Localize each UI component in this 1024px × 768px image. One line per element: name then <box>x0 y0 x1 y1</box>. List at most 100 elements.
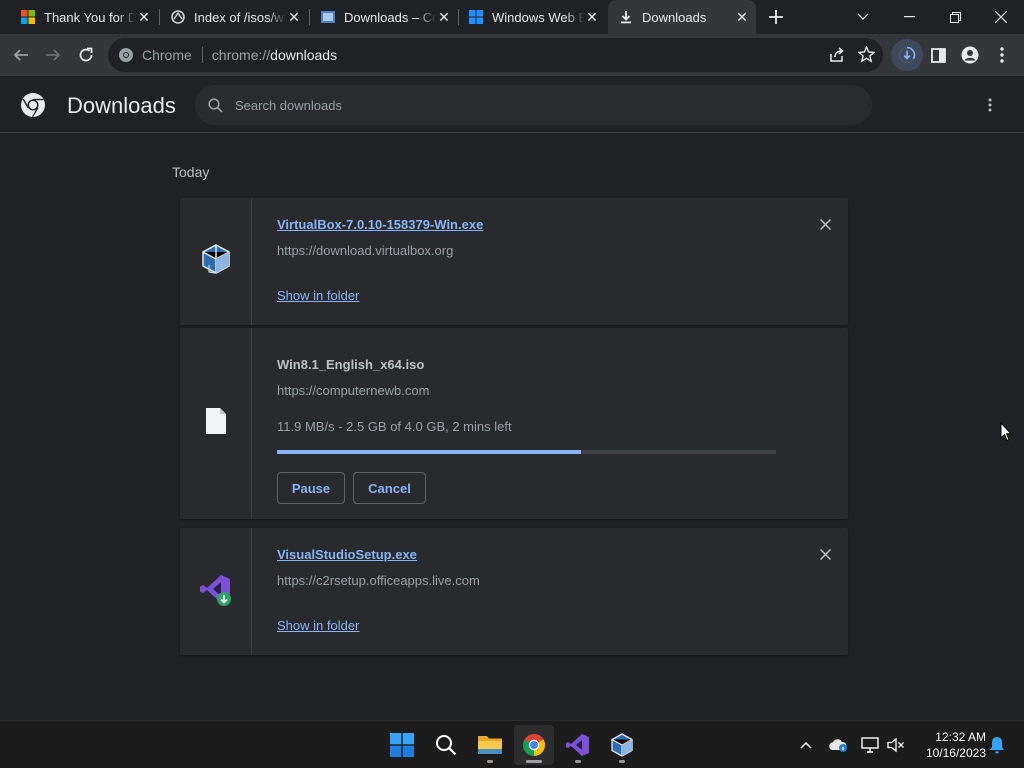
share-icon[interactable] <box>829 47 845 66</box>
taskbar-search-button[interactable] <box>426 725 466 765</box>
chevron-down-icon <box>857 13 869 20</box>
pause-button[interactable]: Pause <box>277 472 345 504</box>
close-icon[interactable]: ✕ <box>584 9 600 25</box>
omnibox-chip: Chrome <box>142 47 192 63</box>
forward-button[interactable] <box>37 39 69 71</box>
system-clock[interactable]: 12:32 AM 10/16/2023 <box>914 729 986 761</box>
search-downloads-box[interactable] <box>195 85 872 125</box>
date-heading: Today <box>172 164 210 180</box>
bookmark-star-icon[interactable] <box>857 45 876 66</box>
running-indicator <box>619 760 625 763</box>
tab-downloads[interactable]: Downloads ✕ <box>608 0 756 34</box>
volume-status[interactable] <box>884 733 908 757</box>
download-progress-bar <box>277 450 776 454</box>
new-tab-button[interactable] <box>764 5 788 29</box>
remove-download-button[interactable] <box>816 215 834 233</box>
file-explorer-app[interactable] <box>470 725 510 765</box>
chrome-menu-button[interactable] <box>986 39 1018 71</box>
file-name-link[interactable]: VisualStudioSetup.exe <box>277 547 417 562</box>
running-indicator <box>487 760 493 763</box>
close-window-button[interactable] <box>978 0 1024 34</box>
minimize-button[interactable] <box>886 0 932 34</box>
speaker-muted-icon <box>887 737 904 753</box>
chrome-app[interactable] <box>514 725 554 765</box>
file-name: Win8.1_English_x64.iso <box>277 357 425 372</box>
onedrive-status[interactable] <box>826 733 850 757</box>
chrome-icon <box>523 734 545 756</box>
cancel-button[interactable]: Cancel <box>353 472 426 504</box>
download-progress-fill <box>277 450 582 454</box>
network-status[interactable] <box>858 733 882 757</box>
download-item: VirtualBox-7.0.10-158379-Win.exe https:/… <box>180 198 848 325</box>
file-source[interactable]: https://computernewb.com <box>277 383 429 398</box>
tab-title: Downloads <box>642 9 707 25</box>
url-host: downloads <box>270 47 338 63</box>
profile-button[interactable] <box>954 39 986 71</box>
downloads-toolbar-button[interactable] <box>891 39 923 71</box>
chevron-up-icon <box>800 741 812 749</box>
search-icon <box>436 735 457 756</box>
side-panel-button[interactable] <box>922 39 954 71</box>
show-in-folder-link[interactable]: Show in folder <box>277 618 359 633</box>
reload-icon <box>79 47 93 62</box>
close-icon[interactable]: ✕ <box>286 9 302 25</box>
running-indicator <box>526 760 542 763</box>
bell-icon <box>990 737 1004 754</box>
show-hidden-icons-button[interactable] <box>794 733 818 757</box>
chrome-icon <box>118 47 134 63</box>
cloud-icon <box>829 739 847 752</box>
file-source[interactable]: https://download.virtualbox.org <box>277 243 453 258</box>
remove-download-button[interactable] <box>816 545 834 563</box>
tab-index-isos[interactable]: Index of /isos/windows ✕ <box>160 0 308 34</box>
arrow-right-icon <box>46 49 61 61</box>
tab-windows-web[interactable]: Windows Web Experience ✕ <box>458 0 606 34</box>
close-icon[interactable]: ✕ <box>136 9 152 25</box>
tab-thank-you[interactable]: Thank You for Downloading ✕ <box>10 0 158 34</box>
arrow-left-icon <box>13 49 28 61</box>
site-icon <box>320 9 336 25</box>
file-source[interactable]: https://c2rsetup.officeapps.live.com <box>277 573 480 588</box>
visual-studio-icon <box>199 572 233 611</box>
folder-icon <box>478 736 502 754</box>
download-item-in-progress: Win8.1_English_x64.iso https://computern… <box>180 328 848 519</box>
start-button[interactable] <box>382 725 422 765</box>
tab-title: Thank You for Downloading <box>44 9 136 25</box>
show-in-folder-link[interactable]: Show in folder <box>277 288 359 303</box>
downloads-menu-button[interactable] <box>980 93 1000 117</box>
browser-toolbar: Chrome chrome://downloads <box>0 34 1024 76</box>
virtualbox-icon <box>201 243 231 280</box>
site-icon <box>170 9 186 25</box>
virtualbox-icon <box>611 733 633 757</box>
omnibox-separator <box>201 47 203 63</box>
search-icon <box>208 97 223 113</box>
close-icon[interactable]: ✕ <box>436 9 452 25</box>
reload-button[interactable] <box>70 39 102 71</box>
back-button[interactable] <box>5 39 37 71</box>
download-icon <box>618 9 634 25</box>
file-name-link[interactable]: VirtualBox-7.0.10-158379-Win.exe <box>277 217 483 232</box>
tab-strip: Thank You for Downloading ✕ Index of /is… <box>0 0 1024 34</box>
visual-studio-installer-app[interactable] <box>558 725 598 765</box>
notifications-button[interactable] <box>985 733 1009 757</box>
windows-start-icon <box>390 733 414 757</box>
page-title: Downloads <box>67 93 176 118</box>
tab-search-button[interactable] <box>840 0 886 34</box>
tab-downloads-computernewb[interactable]: Downloads – ComputerNewb ✕ <box>310 0 458 34</box>
search-input[interactable] <box>235 97 835 113</box>
downloads-list: Today VirtualBox-7.0.10-158379-Win.exe h… <box>0 133 1024 720</box>
file-icon-column <box>180 528 252 655</box>
profile-icon <box>961 46 979 64</box>
restore-button[interactable] <box>932 0 978 34</box>
virtualbox-app[interactable] <box>602 725 642 765</box>
close-icon[interactable]: ✕ <box>734 9 750 25</box>
windows-logo-icon <box>468 9 484 25</box>
file-icon-column <box>180 198 252 325</box>
url-scheme: chrome:// <box>211 47 271 63</box>
restore-icon <box>949 11 961 23</box>
plus-icon <box>769 10 783 24</box>
tab-title: Index of /isos/windows <box>194 9 286 25</box>
running-indicator <box>575 760 581 763</box>
address-bar[interactable]: Chrome chrome://downloads <box>108 38 883 72</box>
close-icon <box>995 11 1007 23</box>
download-status: 11.9 MB/s - 2.5 GB of 4.0 GB, 2 mins lef… <box>277 419 512 434</box>
